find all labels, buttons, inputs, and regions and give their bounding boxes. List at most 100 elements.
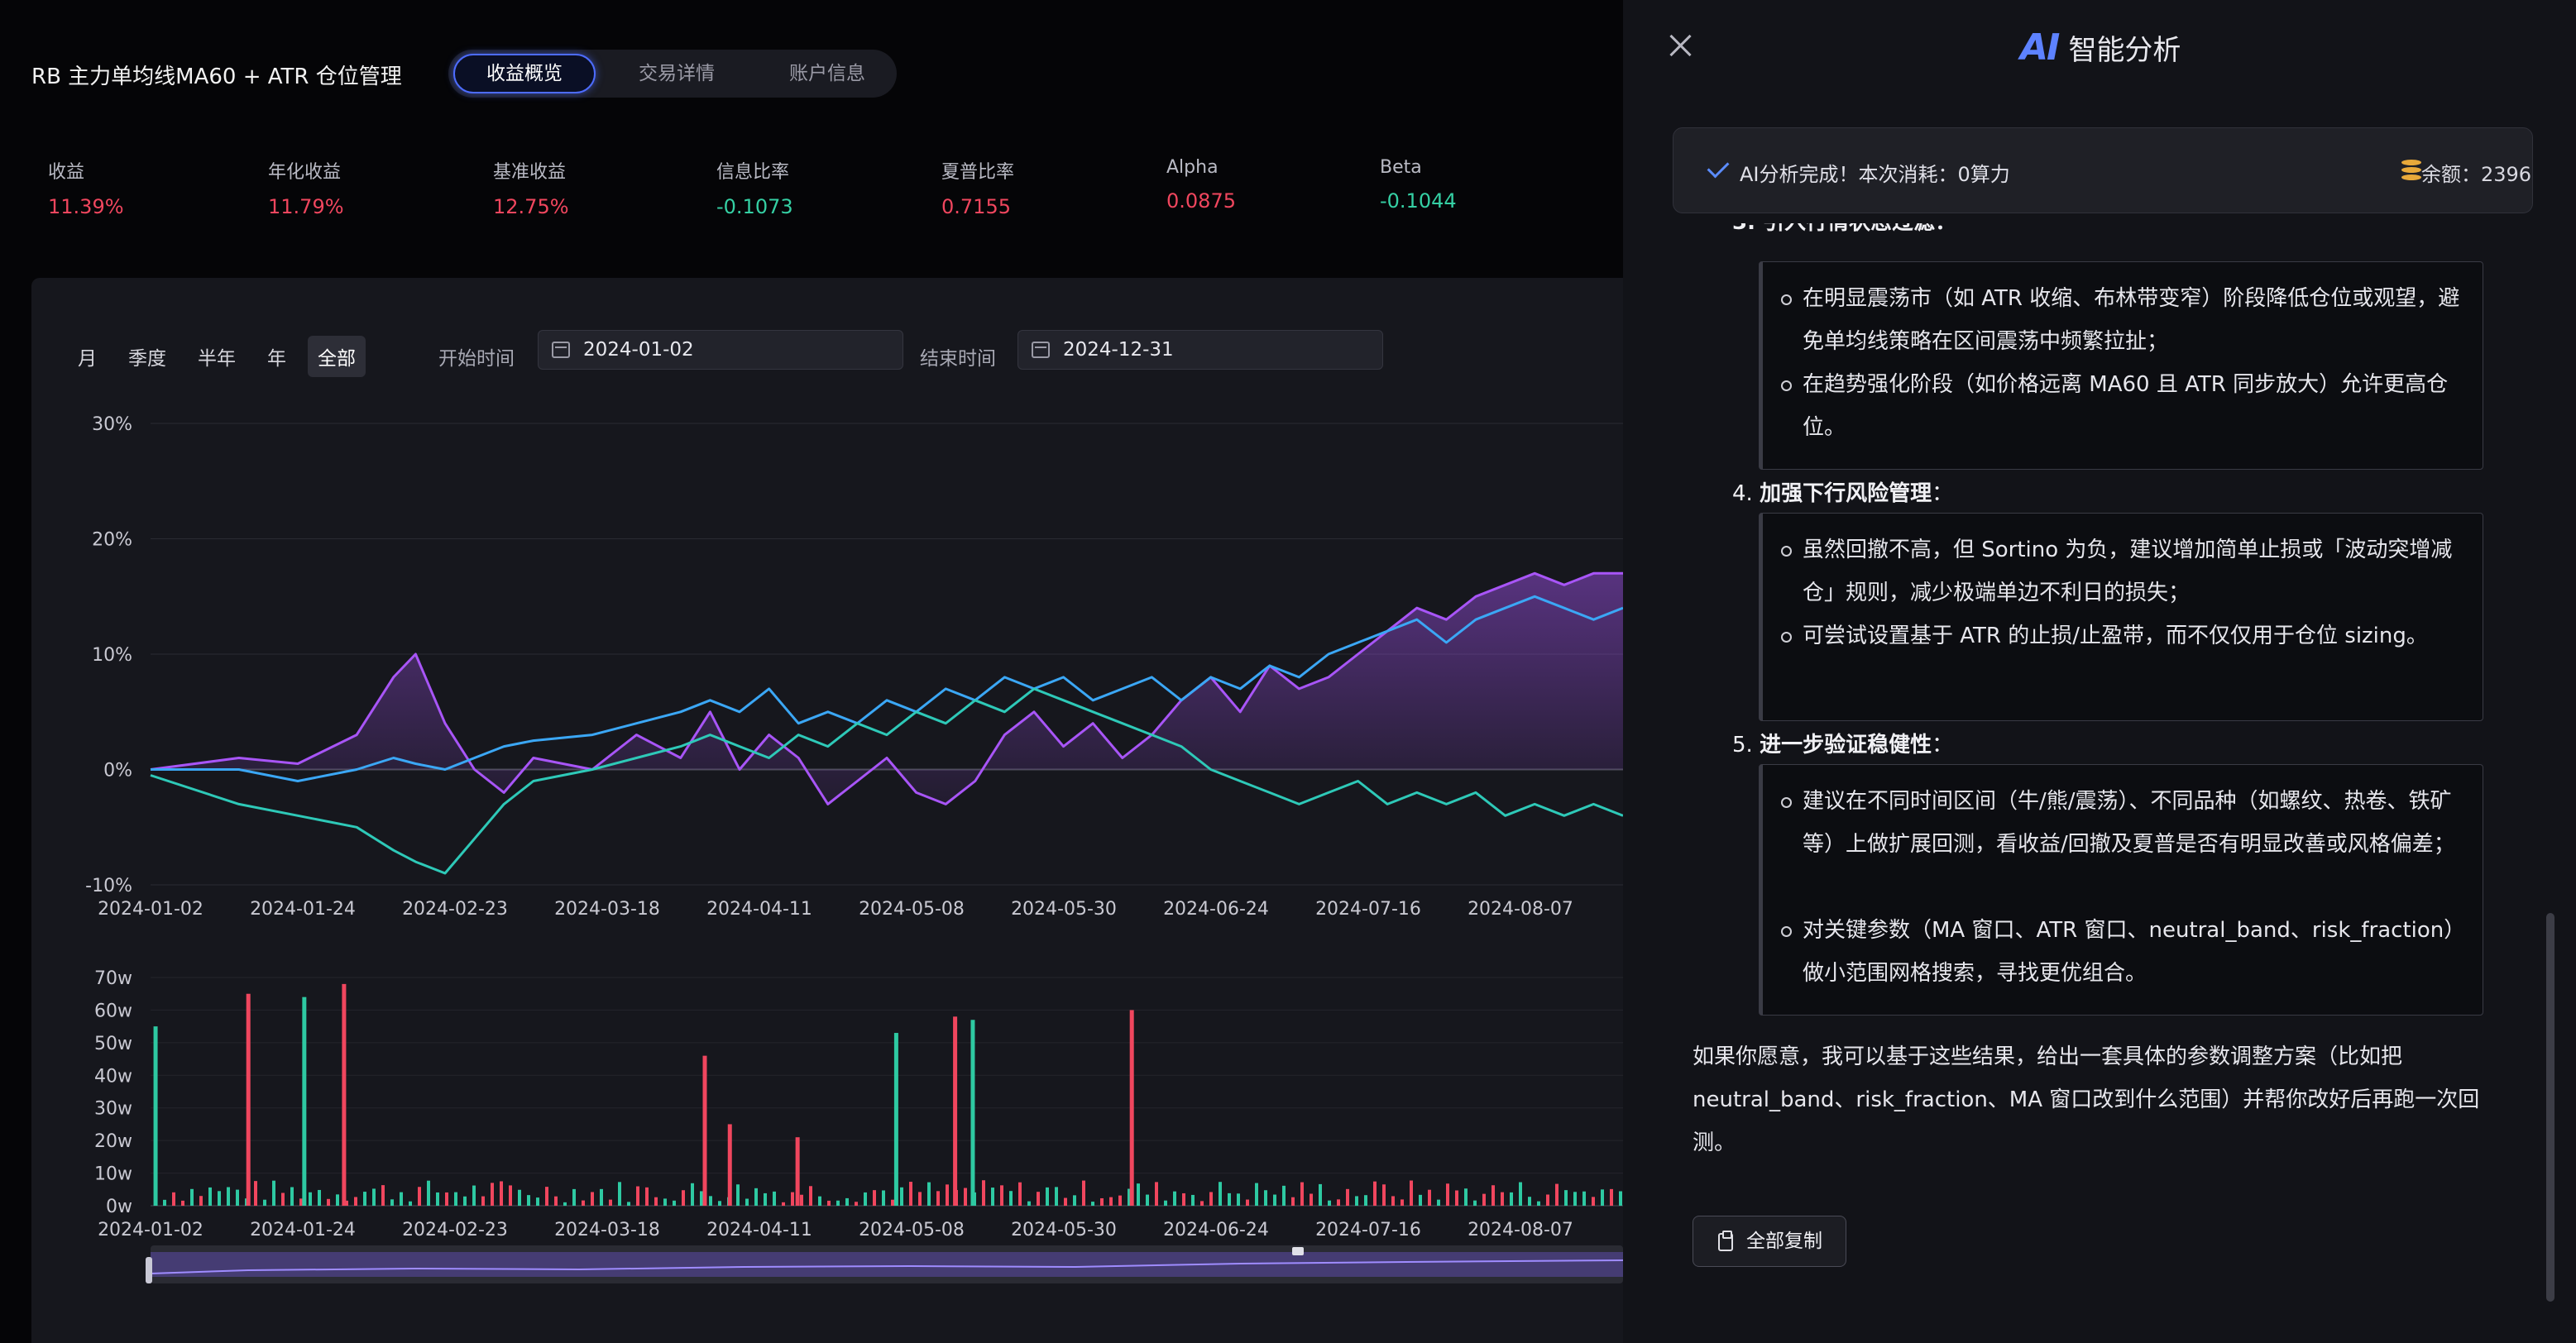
volume-bar	[236, 1189, 239, 1206]
slider-drag-handle[interactable]	[1292, 1247, 1304, 1255]
volume-bar	[436, 1192, 439, 1206]
slider-left-handle[interactable]	[146, 1257, 152, 1283]
x-tick-label: 2024-06-24	[1163, 899, 1269, 920]
x-tick-label: 2024-01-02	[98, 899, 203, 920]
volume-bar-spike	[702, 1055, 707, 1206]
x-tick-label: 2024-05-30	[1011, 899, 1117, 920]
volume-bar	[1455, 1190, 1458, 1206]
volume-bar	[327, 1198, 330, 1206]
volume-bar	[1273, 1194, 1276, 1206]
volume-bar	[718, 1201, 721, 1206]
volume-bar	[864, 1192, 867, 1206]
volume-bar	[773, 1191, 776, 1206]
volume-bar	[1346, 1188, 1349, 1206]
volume-bar	[409, 1201, 412, 1206]
bullet-item: 建议在不同时间区间（牛/熊/震荡）、不同品种（如螺纹、热卷、铁矿等）上做扩展回测…	[1781, 780, 2473, 866]
volume-bar	[1073, 1195, 1076, 1206]
x-tick-label: 2024-01-02	[98, 1220, 203, 1240]
volume-bar	[1109, 1197, 1113, 1206]
volume-bar	[855, 1202, 858, 1206]
analysis-status-bar: AI分析完成！本次消耗：0算力 余额：2396	[1673, 127, 2533, 213]
x-tick-label: 2024-03-18	[554, 1220, 660, 1240]
bullet-item: 可尝试设置基于 ATR 的止损/止盈带，而不仅仅用于仓位 sizing。	[1781, 614, 2473, 657]
volume-bar	[1173, 1191, 1176, 1206]
x-tick-label: 2024-08-07	[1468, 1220, 1573, 1240]
x-tick-label: 2024-05-08	[859, 1220, 965, 1240]
x-tick-label: 2024-04-11	[706, 1220, 812, 1240]
volume-bar	[1546, 1194, 1549, 1206]
y-tick-label: 30w	[94, 1099, 132, 1120]
bullet-item: 在明显震荡市（如 ATR 收缩、布林带变窄）阶段降低仓位或观望，避免单均线策略在…	[1781, 277, 2473, 363]
volume-bar	[1000, 1185, 1003, 1206]
volume-bar	[281, 1192, 285, 1206]
x-tick-label: 2024-07-16	[1315, 1220, 1421, 1240]
volume-bar	[363, 1192, 366, 1206]
volume-bar	[272, 1180, 275, 1206]
volume-bar-spike	[953, 1016, 958, 1206]
ai-title-text: 智能分析	[2068, 34, 2181, 67]
copy-all-button[interactable]: 全部复制	[1693, 1216, 1846, 1267]
volume-bar	[1328, 1200, 1331, 1206]
volume-bar	[354, 1197, 357, 1206]
volume-bar	[1428, 1189, 1431, 1206]
section-heading-4: 4. 加强下行风险管理：	[1732, 481, 1954, 506]
volume-bar	[827, 1200, 831, 1206]
volume-bar	[991, 1188, 994, 1206]
volume-bar	[563, 1202, 567, 1206]
slider-selection[interactable]	[151, 1252, 1623, 1277]
volume-bar	[591, 1192, 594, 1206]
volume-bar	[554, 1196, 558, 1206]
volume-bar	[1537, 1201, 1540, 1206]
volume-bar	[918, 1192, 922, 1206]
volume-bar	[936, 1191, 940, 1206]
balance-text: 余额：2396	[2421, 163, 2532, 186]
volume-bar	[800, 1194, 803, 1206]
volume-bar	[627, 1202, 630, 1206]
volume-bar	[390, 1199, 394, 1206]
volume-bar	[1191, 1194, 1195, 1206]
volume-bar	[1282, 1185, 1286, 1206]
section-heading-3: 3. 引入行情状态过滤：	[1732, 223, 1956, 236]
volume-bar	[1155, 1182, 1158, 1206]
x-tick-label: 2024-08-07	[1468, 899, 1573, 920]
ai-analysis-content: 3. 引入行情状态过滤： 在明显震荡市（如 ATR 收缩、布林带变窄）阶段降低仓…	[1623, 223, 2541, 1343]
volume-bar	[609, 1199, 612, 1206]
return-line-chart: 30% 20% 10% 0% -10% 2024-01-02 2024-01-24 2024-…	[85, 414, 1623, 920]
volume-bar	[1228, 1192, 1231, 1206]
volume-bar	[618, 1182, 621, 1206]
y-tick-label: 30%	[92, 414, 132, 435]
volume-bar-spike	[342, 983, 347, 1206]
close-icon[interactable]	[1666, 31, 1694, 60]
volume-bar-spike	[795, 1137, 800, 1206]
bullet-item: 在趋势强化阶段（如价格远离 MA60 且 ATR 同步放大）允许更高仓位。	[1781, 363, 2473, 449]
zoom-slider[interactable]	[146, 1245, 1623, 1283]
volume-bar	[181, 1200, 184, 1206]
volume-bar	[1100, 1197, 1104, 1206]
volume-bar	[500, 1181, 503, 1206]
scrollbar-thumb[interactable]	[2546, 913, 2554, 1302]
y-tick-label: 20%	[92, 530, 132, 551]
volume-bar	[1364, 1195, 1367, 1206]
volume-bar	[1137, 1183, 1140, 1206]
charts-canvas: 30% 20% 10% 0% -10% 2024-01-02 2024-01-24 2024-…	[85, 414, 1623, 1283]
volume-bar	[873, 1190, 876, 1206]
volume-bar	[1209, 1192, 1213, 1206]
volume-bar	[372, 1188, 376, 1206]
volume-bar-spike	[970, 1020, 975, 1206]
y-tick-label: -10%	[85, 876, 132, 896]
volume-bar	[1391, 1196, 1395, 1206]
volume-bar	[1200, 1201, 1204, 1206]
volume-bar	[172, 1192, 175, 1206]
volume-bar	[1464, 1188, 1468, 1206]
y-tick-label: 20w	[94, 1131, 132, 1152]
volume-bar	[1482, 1193, 1486, 1206]
closing-paragraph: 如果你愿意，我可以基于这些结果，给出一套具体的参数调整方案（比如把 neutra…	[1693, 1044, 2480, 1155]
volume-bar	[509, 1185, 512, 1206]
volume-bar	[572, 1188, 576, 1206]
y-tick-label: 70w	[94, 968, 132, 989]
volume-bar	[1501, 1192, 1504, 1206]
volume-bar	[900, 1187, 903, 1206]
volume-bar	[645, 1187, 649, 1206]
volume-bar	[1246, 1199, 1249, 1206]
bullet-item: 虽然回撤不高，但 Sortino 为负，建议增加简单止损或「波动突增减仓」规则，…	[1781, 528, 2473, 614]
